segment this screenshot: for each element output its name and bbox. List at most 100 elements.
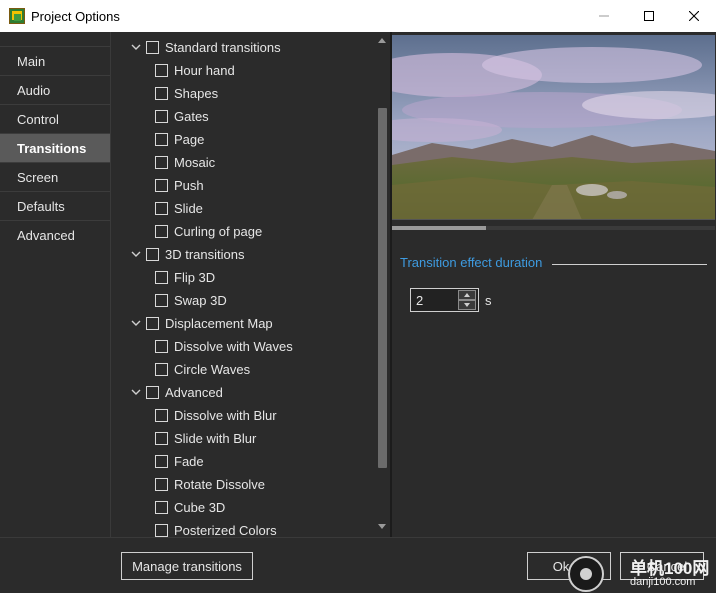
tree-item-label: Push (174, 178, 204, 193)
chevron-down-icon[interactable] (130, 41, 142, 53)
nav-item-defaults[interactable]: Defaults (0, 191, 110, 220)
tree-item[interactable]: Fade (155, 450, 204, 473)
tree-item-label: Mosaic (174, 155, 216, 170)
nav-item-audio[interactable]: Audio (0, 75, 110, 104)
tree-item[interactable]: Slide (155, 197, 203, 220)
watermark-logo-icon (568, 556, 604, 592)
close-icon (688, 11, 699, 21)
scroll-thumb[interactable] (378, 108, 387, 468)
checkbox[interactable] (155, 501, 168, 514)
tree-item[interactable]: Shapes (155, 82, 218, 105)
checkbox[interactable] (155, 64, 168, 77)
spin-buttons (458, 290, 476, 310)
tree-item[interactable]: Dissolve with Blur (155, 404, 277, 427)
checkbox[interactable] (155, 478, 168, 491)
checkbox[interactable] (155, 225, 168, 238)
spin-down-button[interactable] (458, 300, 476, 310)
tree-item-label: Hour hand (174, 63, 235, 78)
tree-item[interactable]: Mosaic (155, 151, 215, 174)
checkbox[interactable] (146, 317, 159, 330)
tree-item[interactable]: Cube 3D (155, 496, 225, 519)
tree-item-label: Cube 3D (174, 500, 226, 515)
tree-item[interactable]: Rotate Dissolve (155, 473, 265, 496)
tree-item-label: Curling of page (174, 224, 263, 239)
scroll-up-icon[interactable] (378, 38, 386, 43)
transition-tree: Standard transitions Hour hand Shapes Ga… (112, 32, 390, 537)
manage-transitions-button[interactable]: Manage transitions (121, 552, 253, 580)
maximize-button[interactable] (626, 0, 671, 32)
tree-item[interactable]: Slide with Blur (155, 427, 256, 450)
arrow-down-icon (464, 303, 470, 307)
duration-section-title: Transition effect duration (400, 255, 543, 270)
section-divider (552, 264, 707, 265)
checkbox[interactable] (155, 271, 168, 284)
checkbox[interactable] (146, 386, 159, 399)
tree-group-label: Standard transitions (165, 40, 281, 55)
checkbox[interactable] (155, 179, 168, 192)
chevron-down-icon[interactable] (130, 386, 142, 398)
nav-item-transitions[interactable]: Transitions (0, 133, 110, 162)
tree-group-advanced[interactable]: Advanced (130, 381, 223, 404)
checkbox[interactable] (155, 156, 168, 169)
chevron-down-icon[interactable] (130, 317, 142, 329)
dialog-footer: Manage transitions Ok Cancel (0, 537, 716, 593)
checkbox[interactable] (155, 455, 168, 468)
spin-up-button[interactable] (458, 290, 476, 300)
tree-item[interactable]: Flip 3D (155, 266, 215, 289)
tree-group-displacement[interactable]: Displacement Map (130, 312, 273, 335)
tree-item-label: Swap 3D (174, 293, 227, 308)
tree-item[interactable]: Posterized Colors (155, 519, 277, 537)
preview-scroll-thumb[interactable] (392, 226, 486, 230)
tree-item-label: Posterized Colors (174, 523, 277, 537)
tree-group-label: Displacement Map (165, 316, 273, 331)
title-bar: Project Options (0, 0, 716, 32)
arrow-up-icon (464, 293, 470, 297)
tree-item-label: Shapes (174, 86, 219, 101)
chevron-down-icon[interactable] (130, 248, 142, 260)
tree-item-label: Dissolve with Waves (174, 339, 293, 354)
tree-item[interactable]: Curling of page (155, 220, 262, 243)
transition-preview (392, 35, 715, 220)
nav-item-advanced[interactable]: Advanced (0, 220, 110, 249)
tree-item-label: Slide (174, 201, 203, 216)
checkbox[interactable] (155, 363, 168, 376)
tree-item[interactable]: Dissolve with Waves (155, 335, 293, 358)
close-button[interactable] (671, 0, 716, 32)
tree-group-label: Advanced (165, 385, 223, 400)
tree-item[interactable]: Circle Waves (155, 358, 250, 381)
checkbox[interactable] (146, 41, 159, 54)
checkbox[interactable] (155, 110, 168, 123)
checkbox[interactable] (155, 340, 168, 353)
window-controls (581, 0, 716, 32)
tree-item-label: Circle Waves (174, 362, 251, 377)
tree-item[interactable]: Push (155, 174, 204, 197)
duration-unit: s (485, 293, 492, 308)
tree-item[interactable]: Hour hand (155, 59, 235, 82)
tree-item-label: Page (174, 132, 205, 147)
nav-item-main[interactable]: Main (0, 46, 110, 75)
checkbox[interactable] (155, 202, 168, 215)
tree-scrollbar[interactable] (375, 32, 390, 537)
checkbox[interactable] (155, 524, 168, 537)
checkbox[interactable] (155, 133, 168, 146)
tree-item-label: Slide with Blur (174, 431, 257, 446)
tree-item-label: Gates (174, 109, 209, 124)
duration-value[interactable]: 2 (416, 293, 423, 308)
tree-group-3d[interactable]: 3D transitions (130, 243, 244, 266)
scroll-down-icon[interactable] (378, 524, 386, 529)
checkbox[interactable] (146, 248, 159, 261)
tree-group-standard[interactable]: Standard transitions (130, 36, 281, 59)
checkbox[interactable] (155, 409, 168, 422)
nav-item-control[interactable]: Control (0, 104, 110, 133)
nav-item-screen[interactable]: Screen (0, 162, 110, 191)
app-icon (9, 8, 25, 24)
tree-group-label: 3D transitions (165, 247, 245, 262)
minimize-button[interactable] (581, 0, 626, 32)
checkbox[interactable] (155, 87, 168, 100)
checkbox[interactable] (155, 432, 168, 445)
duration-spinbox[interactable]: 2 (410, 288, 479, 312)
tree-item[interactable]: Swap 3D (155, 289, 227, 312)
tree-item[interactable]: Page (155, 128, 204, 151)
checkbox[interactable] (155, 294, 168, 307)
tree-item[interactable]: Gates (155, 105, 209, 128)
